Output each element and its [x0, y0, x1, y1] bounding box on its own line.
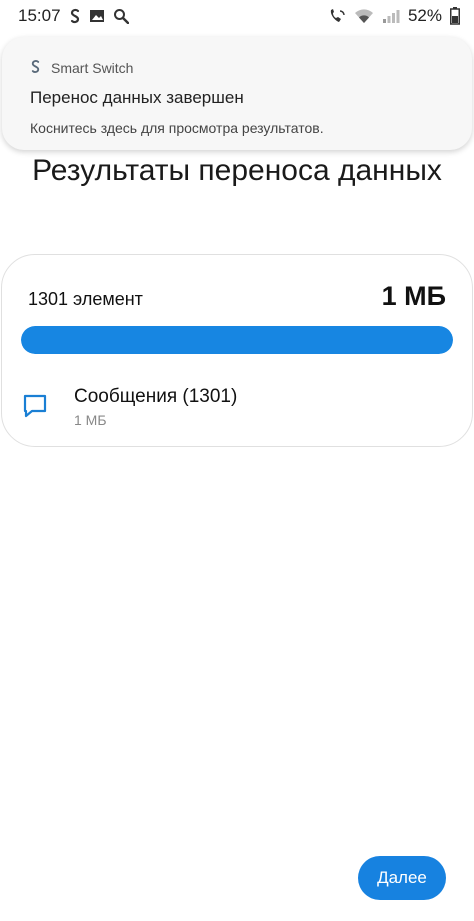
next-button[interactable]: Далее: [358, 856, 446, 900]
messages-item-size: 1 МБ: [74, 412, 107, 428]
battery-icon: [450, 7, 460, 25]
notification-app-name: Smart Switch: [51, 60, 134, 76]
wifi-icon: [354, 8, 374, 24]
messages-item-title[interactable]: Сообщения (1301): [74, 386, 237, 408]
status-bar-left: 15:07: [18, 6, 129, 26]
progress-bar: [21, 326, 453, 354]
message-icon: [22, 393, 48, 424]
search-icon: [113, 8, 129, 24]
wifi-call-icon: [328, 8, 346, 24]
notification-text: Коснитесь здесь для просмотра результато…: [30, 120, 324, 136]
battery-level: 52%: [407, 6, 442, 25]
item-count-label: 1301 элемент: [28, 289, 143, 309]
smart-switch-icon: [69, 8, 81, 24]
notification-card[interactable]: Smart Switch Перенос данных завершен Кос…: [2, 37, 472, 150]
status-time: 15:07: [18, 6, 61, 25]
total-size-label: 1 МБ: [381, 281, 446, 311]
gallery-icon: [89, 8, 105, 24]
progress-fill: [21, 326, 453, 354]
notification-app: Smart Switch: [30, 59, 133, 77]
smart-switch-icon: [30, 59, 41, 77]
signal-icon: [382, 8, 400, 24]
status-bar: 15:07 52%: [0, 0, 474, 32]
page-title: Результаты переноса данных: [32, 154, 442, 187]
notification-title: Перенос данных завершен: [30, 88, 244, 107]
status-bar-right: 52%: [328, 6, 460, 26]
